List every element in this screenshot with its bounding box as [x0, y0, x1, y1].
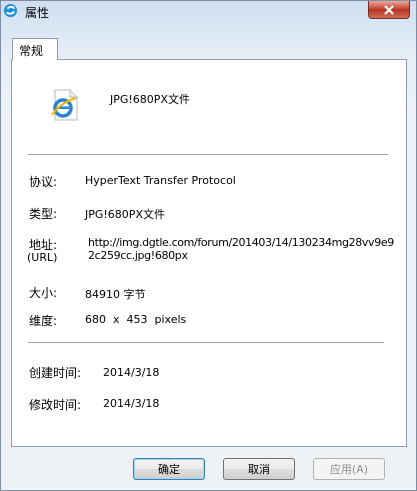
browser-logo-icon: [3, 3, 18, 18]
created-label: 创建时间:: [29, 366, 82, 380]
apply-button[interactable]: 应用(A): [313, 458, 385, 480]
cancel-button[interactable]: 取消: [223, 458, 295, 480]
size-value: 84910 字节: [85, 288, 146, 301]
dimensions-value: 680 x 453 pixels: [85, 313, 187, 326]
modified-value: 2014/3/18: [103, 397, 160, 410]
tab-general[interactable]: 常规: [12, 38, 58, 60]
dimensions-label: 维度:: [29, 314, 58, 328]
window-title: 属性: [25, 6, 50, 20]
close-button[interactable]: [368, 1, 410, 19]
protocol-value: HyperText Transfer Protocol: [85, 174, 236, 187]
properties-dialog: 属性 常规 JPG!680PX文件 协议: HyperText Transfer…: [0, 0, 417, 491]
address-sublabel: (URL): [27, 251, 58, 264]
divider-bottom: [28, 342, 384, 344]
modified-label: 修改时间:: [29, 398, 82, 412]
general-panel: JPG!680PX文件 协议: HyperText Transfer Proto…: [11, 59, 407, 447]
tab-general-label: 常规: [19, 44, 44, 58]
divider-top: [28, 154, 388, 156]
ie-document-icon: [51, 89, 78, 121]
type-label: 类型:: [29, 207, 58, 221]
close-icon: [384, 4, 394, 15]
protocol-label: 协议:: [29, 175, 58, 189]
ok-button[interactable]: 确定: [133, 458, 205, 480]
created-value: 2014/3/18: [103, 366, 160, 379]
address-value-line2: 2c259cc.jpg!680px: [88, 249, 188, 262]
file-name: JPG!680PX文件: [110, 93, 190, 106]
size-label: 大小:: [29, 286, 58, 300]
type-value: JPG!680PX文件: [85, 208, 165, 221]
address-value-line1: http://img.dgtle.com/forum/201403/14/130…: [88, 236, 394, 249]
title-bar: 属性: [1, 1, 416, 25]
